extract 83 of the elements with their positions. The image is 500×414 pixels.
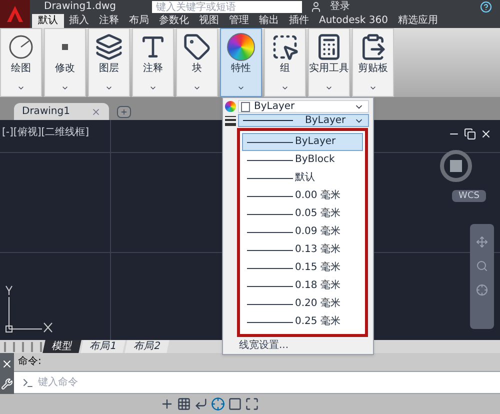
- ribbon-tab[interactable]: 参数化: [154, 14, 194, 28]
- caret-icon: [281, 84, 289, 92]
- command-history: 命令:: [17, 355, 42, 369]
- viewport-label[interactable]: [-][俯视][二维线框]: [2, 128, 90, 138]
- lineweight-icon: [225, 116, 236, 126]
- lineweight-option[interactable]: ByLayer: [242, 133, 363, 151]
- app-menu-button[interactable]: [0, 0, 30, 28]
- prompt-icon: [22, 376, 34, 388]
- caret-icon: [237, 84, 245, 92]
- lineweight-option[interactable]: 0.13 毫米: [242, 241, 363, 259]
- circle-icon: [7, 33, 35, 61]
- new-tab-button[interactable]: [117, 106, 131, 118]
- ribbon-panel-button[interactable]: 实用工具: [308, 28, 350, 97]
- lineweight-option[interactable]: 0.09 毫米: [242, 223, 363, 241]
- ortho-icon[interactable]: [194, 397, 208, 411]
- caret-icon: [105, 84, 113, 92]
- snap-icon[interactable]: [160, 397, 174, 411]
- logo-icon: [6, 5, 24, 23]
- caret-icon: [149, 84, 157, 92]
- ribbon-tab[interactable]: 插入: [64, 14, 94, 28]
- ribbon-panel-button[interactable]: 剪贴板: [352, 28, 394, 97]
- ribbon-panel-button[interactable]: 特性: [220, 28, 262, 97]
- lineweight-option[interactable]: 默认: [242, 169, 363, 187]
- object-snap-icon[interactable]: [228, 397, 242, 411]
- command-input-field[interactable]: 键入命令: [38, 375, 500, 390]
- ribbon-tab[interactable]: 输出: [254, 14, 284, 28]
- group-select-icon: [271, 33, 299, 61]
- color-swatch: [241, 102, 250, 112]
- close-icon[interactable]: [1, 358, 13, 370]
- ribbon-tab[interactable]: 精选应用: [392, 14, 443, 28]
- ribbon-tab[interactable]: 注释: [94, 14, 124, 28]
- lineweight-option[interactable]: 0.00 毫米: [242, 187, 363, 205]
- ribbon-panel-button[interactable]: 绘图: [0, 28, 42, 97]
- ribbon-panel-button[interactable]: 图层: [88, 28, 130, 97]
- lineweight-option[interactable]: 0.15 毫米: [242, 259, 363, 277]
- ribbon-panel-button[interactable]: 修改: [44, 28, 86, 97]
- color-combo[interactable]: ByLayer: [238, 100, 369, 113]
- layers-icon: [95, 33, 123, 61]
- line-sample: [243, 120, 293, 121]
- lineweight-option[interactable]: 0.20 毫米: [242, 295, 363, 313]
- wcs-badge[interactable]: WCS: [452, 190, 486, 202]
- restore-icon[interactable]: [464, 128, 476, 140]
- lineweight-option[interactable]: ByBlock: [242, 151, 363, 169]
- help-icon[interactable]: [480, 1, 492, 13]
- compass-icon[interactable]: [438, 148, 474, 184]
- lineweight-option[interactable]: 0.05 毫米: [242, 205, 363, 223]
- lineweight-option[interactable]: 0.25 毫米: [242, 313, 363, 331]
- ribbon-panel-button[interactable]: 块: [176, 28, 218, 97]
- caret-icon: [61, 84, 69, 92]
- ucs-axis-icon: [4, 285, 54, 335]
- document-tab[interactable]: Drawing1: [14, 103, 109, 120]
- lineweight-settings-link[interactable]: 线宽设置...: [239, 341, 289, 351]
- caret-icon: [193, 84, 201, 92]
- file-name: Drawing1.dwg: [44, 2, 117, 12]
- user-icon[interactable]: [310, 1, 322, 13]
- wrench-icon[interactable]: [1, 378, 13, 390]
- search-field[interactable]: 键入关键字或短语: [152, 1, 302, 13]
- ribbon-tab[interactable]: 管理: [224, 14, 254, 28]
- layout-tab[interactable]: 布局2: [125, 340, 170, 353]
- sign-in-link[interactable]: 登录: [330, 2, 350, 12]
- color-wheel-icon: [227, 33, 255, 61]
- ribbon-panel-button[interactable]: 注释: [132, 28, 174, 97]
- close-icon[interactable]: [480, 128, 492, 140]
- grid-icon[interactable]: [177, 397, 191, 411]
- tag-icon: [183, 33, 211, 61]
- caret-icon: [325, 84, 333, 92]
- tracking-icon[interactable]: [245, 397, 259, 411]
- color-wheel-icon: [225, 101, 236, 112]
- caret-icon: [369, 84, 377, 92]
- close-icon: [91, 106, 101, 116]
- layout-tab[interactable]: 布局1: [80, 340, 126, 353]
- layout-tab[interactable]: 模型: [42, 340, 82, 353]
- ribbon-tab[interactable]: 布局: [124, 14, 154, 28]
- plus-icon: [120, 108, 128, 116]
- ribbon-tab[interactable]: 视图: [194, 14, 224, 28]
- polar-icon[interactable]: [211, 397, 225, 411]
- ribbon-tab[interactable]: 插件: [284, 14, 314, 28]
- lineweight-combo[interactable]: ByLayer: [238, 114, 369, 127]
- lineweight-option[interactable]: 0.18 毫米: [242, 277, 363, 295]
- caret-icon: [17, 84, 25, 92]
- ribbon-tab[interactable]: 默认: [32, 14, 64, 28]
- ribbon-panel-button[interactable]: 组: [264, 28, 306, 97]
- ribbon-tab[interactable]: Autodesk 360: [314, 14, 393, 28]
